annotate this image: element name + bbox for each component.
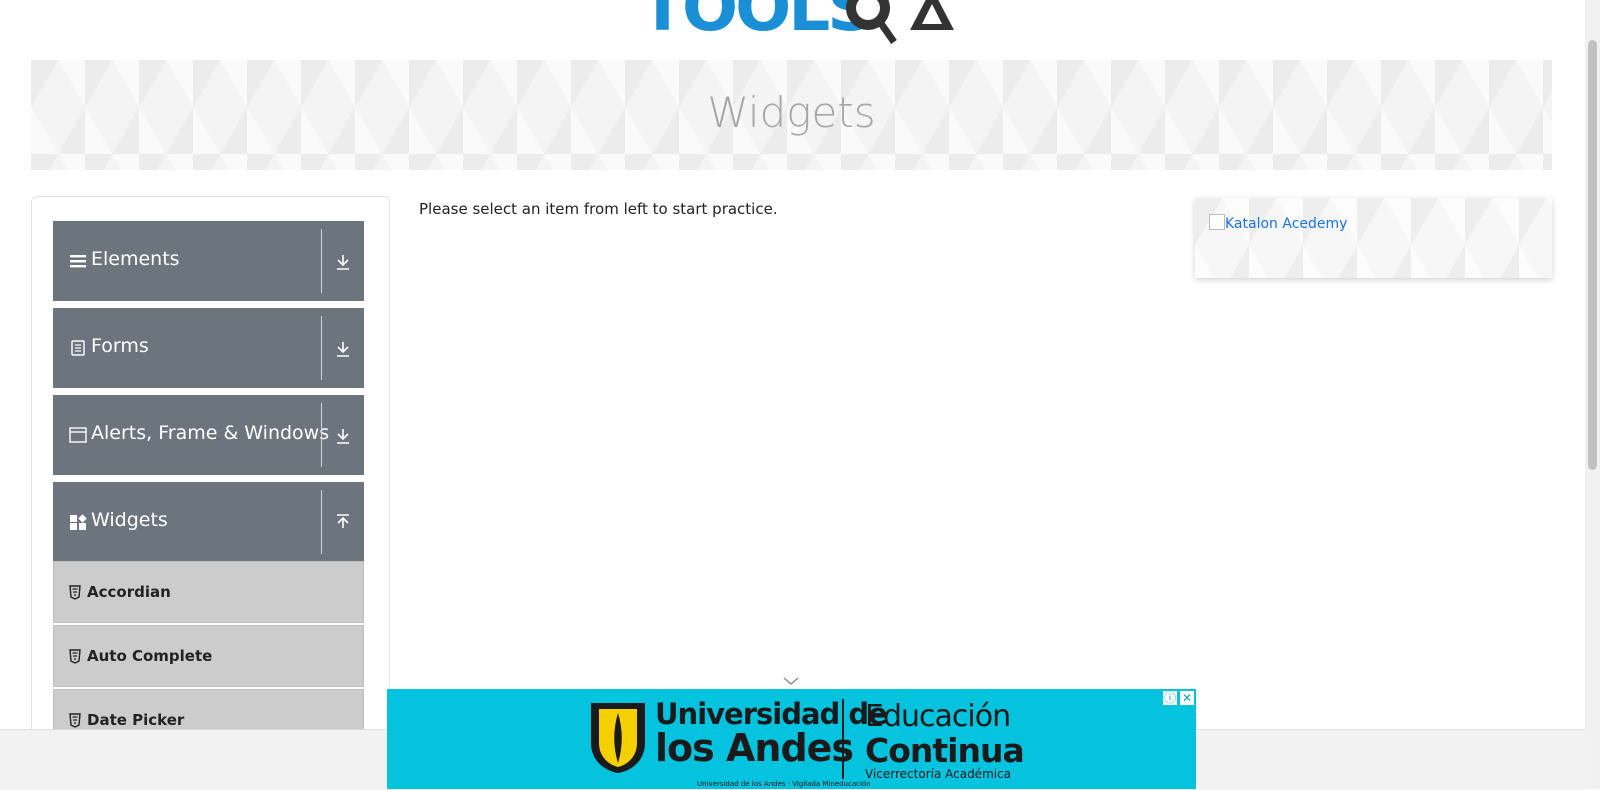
divider xyxy=(321,229,322,293)
download-arrow-icon[interactable] xyxy=(334,339,352,359)
divider xyxy=(321,490,322,554)
ad-continua: Continua xyxy=(865,731,1025,770)
ad-university-name: Universidad de los Andes xyxy=(655,697,888,770)
sidebar-group-label: Alerts, Frame & Windows xyxy=(91,422,330,444)
menu-item-label: Accordian xyxy=(87,583,171,601)
katalon-promo[interactable]: Katalon Acedemy xyxy=(1195,198,1552,278)
ad-banner[interactable]: ⓘ ✕ Universidad de los Andes Educación C… xyxy=(387,689,1196,789)
ad-vicerrectoria: Vicerrectoría Académica xyxy=(865,767,1012,781)
chevron-down-icon[interactable] xyxy=(783,676,799,686)
html5-icon xyxy=(69,713,81,728)
menu-item-label: Auto Complete xyxy=(87,647,213,665)
sidebar-group-label: Elements xyxy=(91,248,180,270)
upload-arrow-icon[interactable] xyxy=(334,513,352,533)
katalon-academy-link[interactable]: Katalon Acedemy xyxy=(1225,216,1347,232)
ad-separator xyxy=(842,699,844,779)
hamburger-icon xyxy=(70,255,86,268)
toolsqa-logo[interactable]: TOOLS xyxy=(640,0,960,50)
scrollbar-thumb[interactable] xyxy=(1588,40,1597,470)
sidebar: Elements Forms Alerts, Frame & Windows W… xyxy=(31,196,390,758)
menu-item-label: Date Picker xyxy=(87,711,185,729)
sidebar-group-label: Forms xyxy=(91,335,149,357)
page-title: Widgets xyxy=(707,88,876,137)
window-icon xyxy=(69,427,87,443)
ad-educacion: Educación xyxy=(865,699,1011,734)
sidebar-group-elements[interactable]: Elements xyxy=(53,221,364,301)
sidebar-group-alerts[interactable]: Alerts, Frame & Windows xyxy=(53,395,364,475)
widgets-icon xyxy=(70,514,87,530)
practice-hint: Please select an item from left to start… xyxy=(419,200,778,218)
sidebar-group-label: Widgets xyxy=(91,509,168,531)
html5-icon xyxy=(69,649,81,664)
menu-item-auto-complete[interactable]: Auto Complete xyxy=(53,625,364,687)
divider xyxy=(321,316,322,380)
university-shield-logo xyxy=(591,703,645,773)
sidebar-group-forms[interactable]: Forms xyxy=(53,308,364,388)
ad-fine-print: Universidad de los Andes · Vigilada Mine… xyxy=(697,780,871,788)
sidebar-group-widgets[interactable]: Widgets xyxy=(53,482,364,562)
menu-item-accordian[interactable]: Accordian xyxy=(53,561,364,623)
html5-icon xyxy=(69,585,81,600)
page-banner: Widgets xyxy=(31,60,1552,170)
ad-close-icon[interactable]: ✕ xyxy=(1179,690,1195,706)
download-arrow-icon[interactable] xyxy=(334,252,352,272)
document-icon xyxy=(71,340,85,356)
svg-text:TOOLS: TOOLS xyxy=(640,0,872,46)
broken-image-icon xyxy=(1209,214,1225,230)
ad-university-line2: los Andes xyxy=(655,726,854,770)
divider xyxy=(321,403,322,467)
download-arrow-icon[interactable] xyxy=(334,426,352,446)
vertical-scrollbar[interactable] xyxy=(1585,0,1600,789)
ad-info-icon[interactable]: ⓘ xyxy=(1162,690,1178,706)
